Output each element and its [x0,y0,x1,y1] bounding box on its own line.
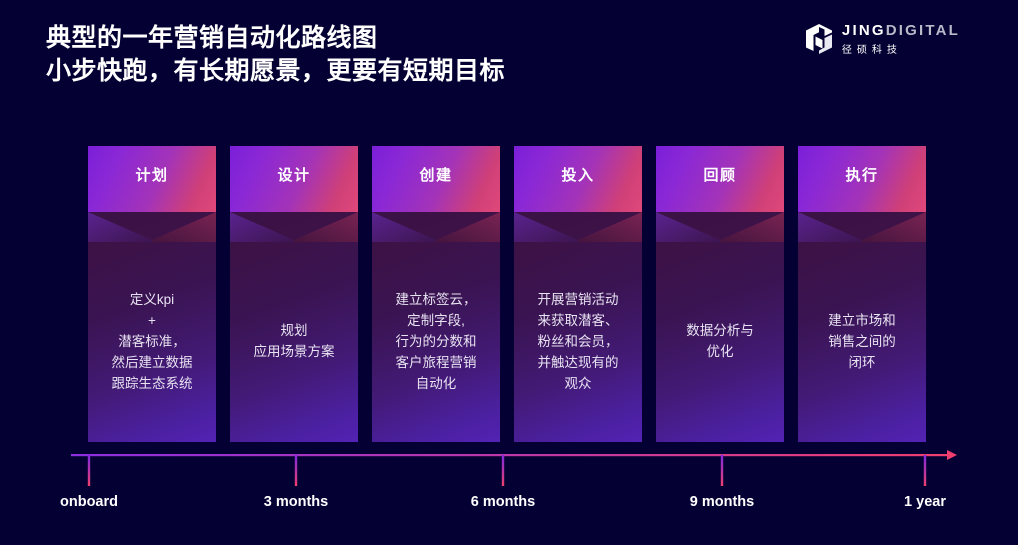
timeline-label: 3 months [263,494,329,510]
chevron-down-icon [798,212,926,242]
brand-wordmark-primary: JING [841,22,886,39]
roadmap-column[interactable]: 设计规划 应用场景方案 [230,146,358,442]
roadmap-column-header: 创建 [372,146,500,212]
roadmap-column-description: 建立标签云， 定制字段, 行为的分数和 客户旅程营销 自动化 [395,292,477,391]
roadmap-column-title: 设计 [277,167,311,184]
roadmap-columns: 计划 定义kpi + 潜客标准， 然后建立数据 跟踪生态系统 设计 规划 应用场景方案… [88,146,948,442]
page-title: 典型的一年营销自动化路线图 小步快跑，有长期愿景，更要有短期目标 [46,22,505,88]
timeline-label: onboard [60,494,118,510]
chevron-down-icon [514,212,642,242]
chevron-down-icon [372,212,500,242]
roadmap-column-title: 投入 [561,167,595,184]
roadmap-column-description: 定义kpi + 潜客标准， 然后建立数据 跟踪生态系统 [111,292,193,391]
timeline-labels: onboard 3 months 6 months 9 months 1 year [0,494,1018,518]
roadmap-column-title: 执行 [845,167,879,184]
roadmap-column-header: 设计 [230,146,358,212]
brand-wordmark-chinese: 径硕科技 [841,45,902,56]
roadmap-column-title: 计划 [135,167,169,184]
roadmap-column[interactable]: 计划定义kpi + 潜客标准， 然后建立数据 跟踪生态系统 [88,146,216,442]
timeline-label: 6 months [470,494,536,510]
cube-logo-icon [805,24,833,54]
roadmap-column-description: 建立市场和 销售之间的 闭环 [828,313,896,370]
brand-wordmark: JING DIGITAL [842,22,960,39]
roadmap-column-title: 回顾 [703,167,737,184]
roadmap-column[interactable]: 创建建立标签云， 定制字段, 行为的分数和 客户旅程营销 自动化 [372,146,500,442]
chevron-down-icon [88,212,216,242]
chevron-down-icon [656,212,784,242]
roadmap-column[interactable]: 回顾数据分析与 优化 [656,146,784,442]
roadmap-column-header: 投入 [514,146,642,212]
timeline-label: 1 year [904,494,946,510]
roadmap-column-title: 创建 [419,167,453,184]
roadmap-column-header: 回顾 [656,146,784,212]
timeline-label: 9 months [689,494,755,510]
chevron-down-icon [230,212,358,242]
roadmap-column-header: 计划 [88,146,216,212]
roadmap-column-description: 数据分析与 优化 [686,323,754,359]
roadmap-column[interactable]: 投入开展营销活动 来获取潜客、 粉丝和会员， 并触达现有的 观众 [514,146,642,442]
roadmap-column-description: 规划 应用场景方案 [253,323,335,359]
roadmap-column-header: 执行 [798,146,926,212]
roadmap-column-description: 开展营销活动 来获取潜客、 粉丝和会员， 并触达现有的 观众 [537,292,619,391]
brand-logo: JING DIGITAL 径硕科技 [805,22,960,56]
page-title-line-2: 小步快跑，有长期愿景，更要有短期目标 [46,57,506,85]
page-title-line-1: 典型的一年营销自动化路线图 [46,24,378,52]
brand-wordmark-secondary: DIGITAL [885,22,960,39]
brand-logo-text: JING DIGITAL 径硕科技 [842,22,960,56]
roadmap-column[interactable]: 执行建立市场和 销售之间的 闭环 [798,146,926,442]
slide-canvas: 典型的一年营销自动化路线图 小步快跑，有长期愿景，更要有短期目标 JING DIG… [0,0,1018,545]
